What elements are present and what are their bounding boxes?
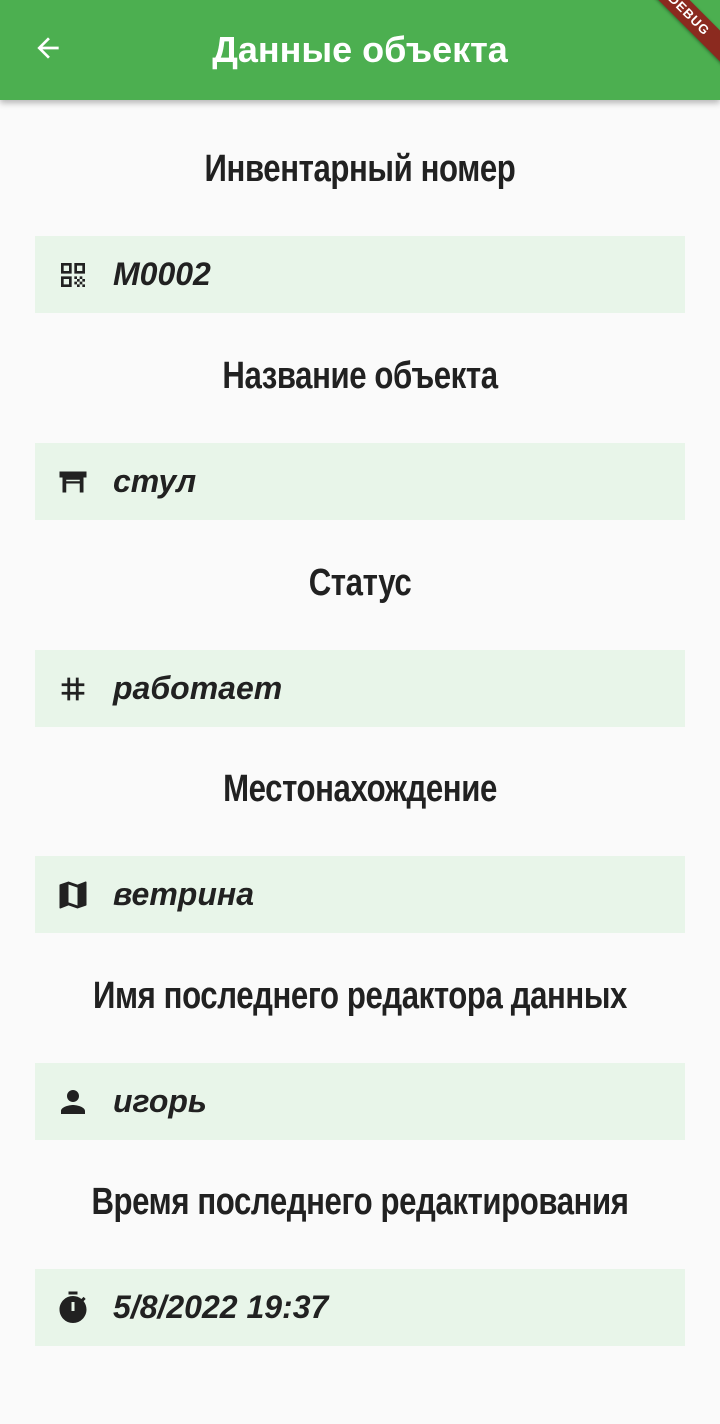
tag-icon xyxy=(55,671,91,707)
location-value: ветрина xyxy=(113,876,254,912)
inventory-number-value: M0002 xyxy=(113,256,211,292)
location-label: Местонахождение xyxy=(223,768,497,810)
inventory-number-label: Инвентарный номер xyxy=(204,148,516,190)
last-editor-field: игорь xyxy=(35,1063,685,1140)
page-title: Данные объекта xyxy=(212,29,508,70)
person-icon xyxy=(55,1084,91,1120)
app-bar: Данные объекта DEBUG xyxy=(0,0,720,100)
inventory-number-field: M0002 xyxy=(35,236,685,313)
location-field: ветрина xyxy=(35,856,685,933)
last-editor-label: Имя последнего редактора данных xyxy=(93,975,627,1017)
table-icon xyxy=(55,464,91,500)
last-edit-time-label: Время последнего редактирования xyxy=(91,1181,629,1223)
status-value: работает xyxy=(113,670,283,706)
timer-icon xyxy=(55,1290,91,1326)
object-name-label: Название объекта xyxy=(222,355,498,397)
last-edit-time-value: 5/8/2022 19:37 xyxy=(113,1289,329,1325)
object-name-field: стул xyxy=(35,443,685,520)
object-name-value: стул xyxy=(113,463,197,499)
status-field: работает xyxy=(35,650,685,727)
map-icon xyxy=(55,877,91,913)
last-edit-time-field: 5/8/2022 19:37 xyxy=(35,1269,685,1346)
qr-code-icon xyxy=(55,257,91,293)
last-editor-value: игорь xyxy=(113,1083,207,1119)
status-label: Статус xyxy=(308,562,412,604)
